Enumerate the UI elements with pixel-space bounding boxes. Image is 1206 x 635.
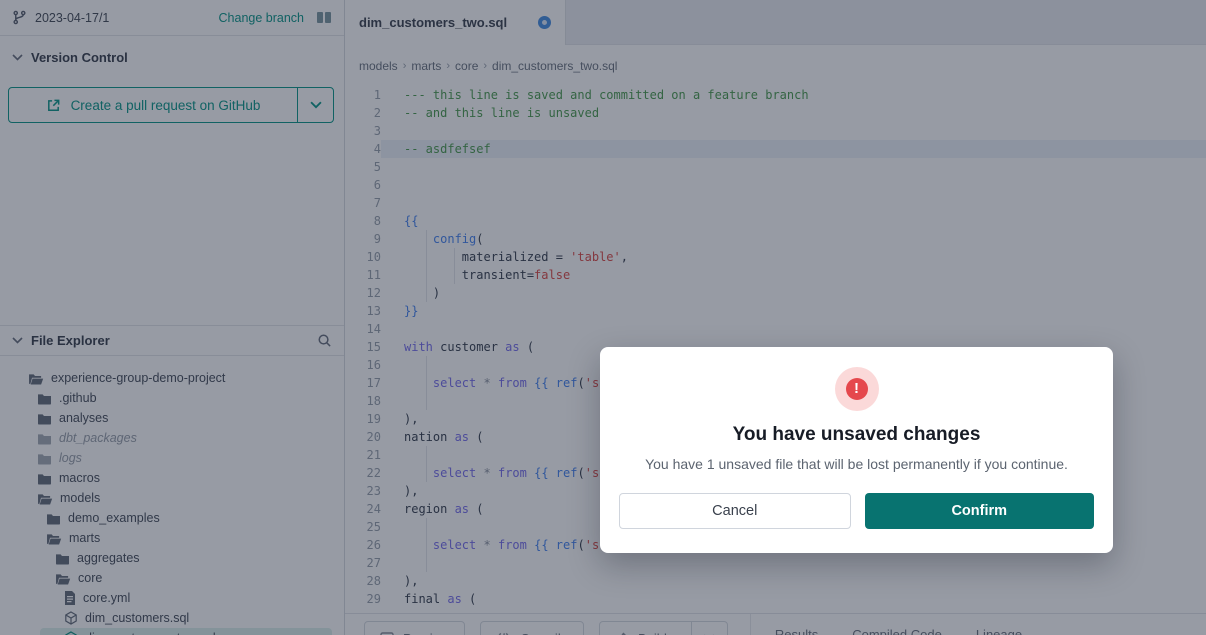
- dialog-message: You have 1 unsaved file that will be los…: [600, 456, 1113, 472]
- dialog-title: You have unsaved changes: [600, 424, 1113, 446]
- unsaved-changes-dialog: ! You have unsaved changes You have 1 un…: [600, 347, 1113, 553]
- exclamation-circle-icon: !: [846, 378, 868, 400]
- warning-icon: !: [835, 367, 879, 411]
- confirm-button[interactable]: Confirm: [865, 493, 1095, 529]
- cancel-button[interactable]: Cancel: [619, 493, 851, 529]
- dbt-cloud-ide: 2023-04-17/1 Change branch Version Contr…: [0, 0, 1206, 635]
- dialog-actions: Cancel Confirm: [600, 493, 1113, 529]
